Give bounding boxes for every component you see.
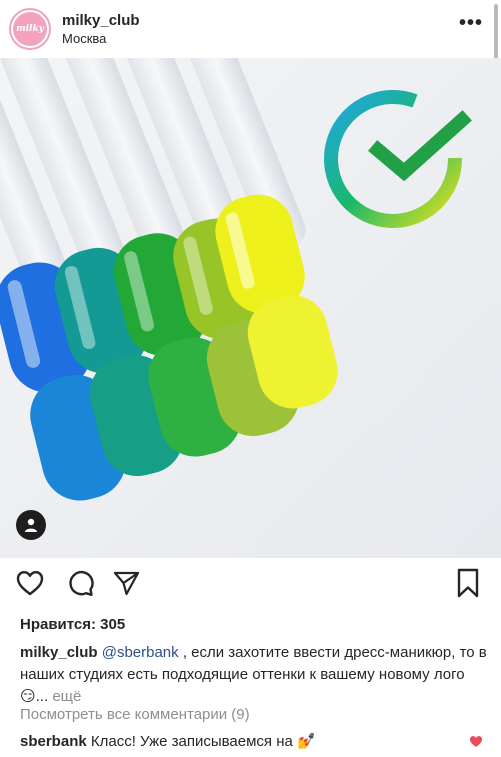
bookmark-icon: [457, 568, 479, 598]
save-button[interactable]: [450, 565, 486, 601]
like-button[interactable]: [12, 565, 48, 601]
caption-more-link[interactable]: ещё: [52, 688, 81, 705]
heart-icon: [16, 571, 44, 596]
caption-mention[interactable]: @sberbank: [102, 644, 179, 661]
view-all-comments-link[interactable]: Посмотреть все комментарии (9): [20, 706, 250, 723]
avatar-logo: milky: [13, 12, 47, 46]
likes-count[interactable]: Нравится: 305: [20, 616, 125, 633]
share-button[interactable]: [108, 565, 144, 601]
comment-button[interactable]: [62, 565, 98, 601]
user-block: milky_club Москва: [62, 11, 140, 47]
comment-like-button[interactable]: [469, 735, 483, 753]
comment-username[interactable]: sberbank: [20, 733, 87, 750]
caption-username[interactable]: milky_club: [20, 644, 98, 661]
comment-icon: [69, 570, 94, 596]
location-link[interactable]: Москва: [62, 30, 140, 47]
user-icon: [25, 518, 37, 532]
caption: milky_club @sberbank , если захотите вве…: [20, 642, 490, 708]
send-icon: [113, 571, 140, 596]
tagged-user-button[interactable]: [16, 510, 46, 540]
heart-filled-icon: [470, 736, 482, 747]
post-photo[interactable]: [0, 58, 501, 558]
comment-item: sberbank Класс! Уже записываемся на 💅: [20, 732, 316, 750]
post-header: milky milky_club Москва •••: [0, 0, 501, 58]
more-options-icon[interactable]: •••: [459, 12, 483, 35]
photo-illustration: [0, 58, 501, 558]
comment-text: Класс! Уже записываемся на 💅: [86, 733, 316, 750]
username-link[interactable]: milky_club: [62, 11, 140, 30]
avatar[interactable]: milky: [9, 8, 51, 50]
action-bar: [0, 565, 501, 609]
